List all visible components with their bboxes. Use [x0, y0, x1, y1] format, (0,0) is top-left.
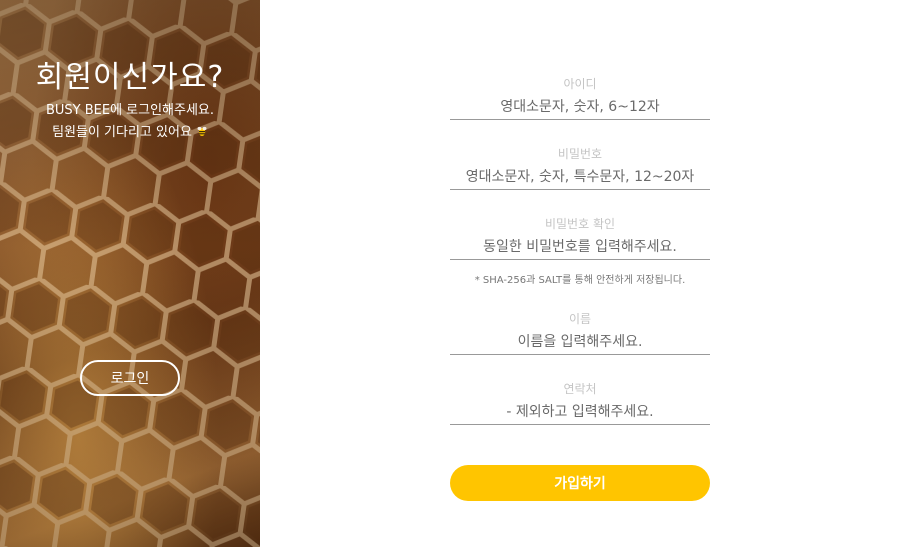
welcome-title: 회원이신가요? [35, 60, 225, 95]
id-input[interactable] [450, 94, 710, 120]
field-password-confirm: 비밀번호 확인 [450, 216, 710, 260]
name-input[interactable] [450, 329, 710, 355]
welcome-line-1: BUSY BEE에 로그인해주세요. [45, 103, 215, 118]
welcome-panel: 회원이신가요? BUSY BEE에 로그인해주세요. 팀원들이 기다리고 있어요… [0, 0, 260, 547]
name-label: 이름 [568, 312, 592, 326]
signup-button[interactable]: 가입하기 [450, 465, 710, 501]
field-password: 비밀번호 [450, 146, 710, 190]
field-name: 이름 [450, 311, 710, 355]
phone-label: 연락처 [563, 382, 597, 396]
password-label: 비밀번호 [557, 147, 603, 161]
field-phone: 연락처 [450, 381, 710, 425]
security-hint: * SHA-256과 SALT를 통해 안전하게 저장됩니다. [474, 275, 686, 286]
welcome-line-2-wrap: 팀원들이 기다리고 있어요 [0, 122, 260, 144]
welcome-line-2: 팀원들이 기다리고 있어요 [52, 125, 192, 140]
welcome-message: BUSY BEE에 로그인해주세요. 팀원들이 기다리고 있어요 [0, 100, 260, 144]
field-id: 아이디 [450, 76, 710, 120]
password-confirm-input[interactable] [450, 234, 710, 260]
bee-icon [197, 126, 207, 136]
login-button[interactable]: 로그인 [80, 360, 180, 396]
password-input[interactable] [450, 164, 710, 190]
id-label: 아이디 [563, 77, 597, 91]
phone-input[interactable] [450, 399, 710, 425]
password-confirm-label: 비밀번호 확인 [544, 217, 616, 231]
